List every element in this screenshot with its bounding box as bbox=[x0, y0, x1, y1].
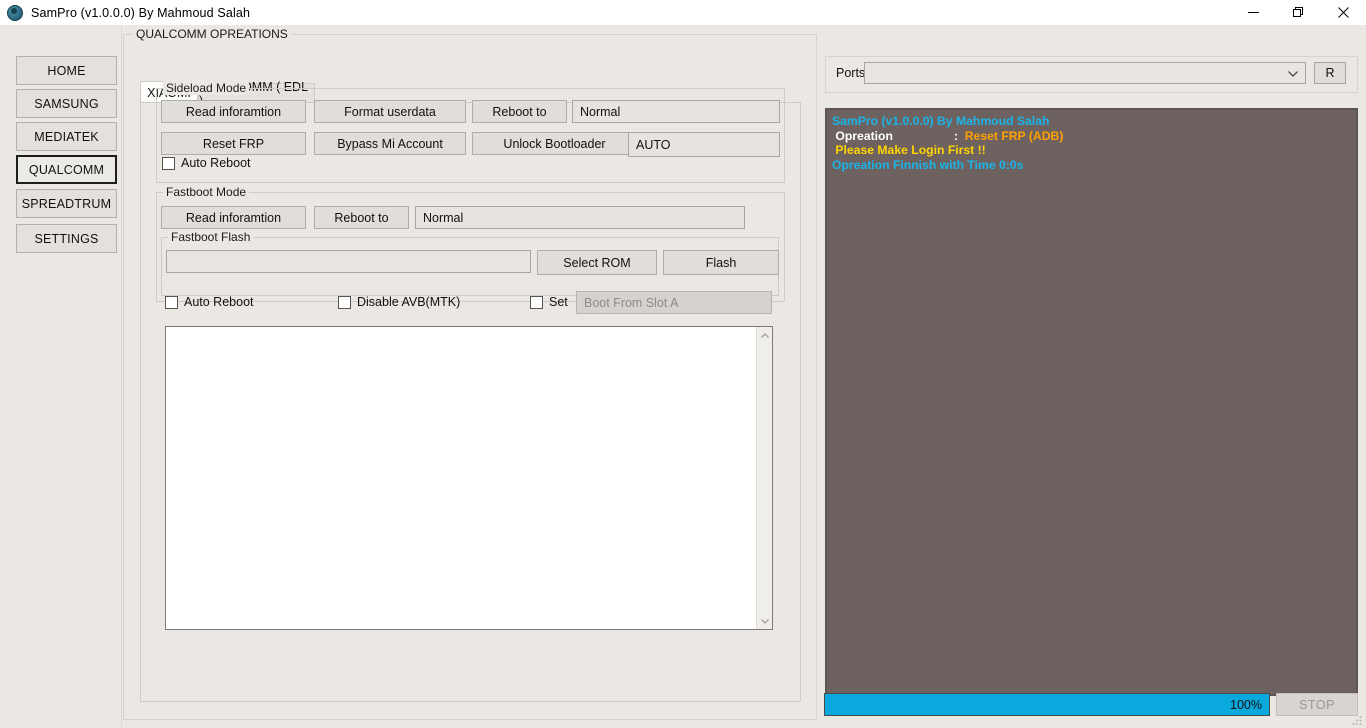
checkbox-box bbox=[338, 295, 351, 309]
window-controls bbox=[1231, 0, 1366, 25]
window-title: SamPro (v1.0.0.0) By Mahmoud Salah bbox=[31, 5, 251, 20]
fastboot-flash-title: Fastboot Flash bbox=[168, 230, 254, 244]
sideload-read-information-button[interactable]: Read inforamtion bbox=[161, 100, 306, 123]
checkbox-box bbox=[530, 295, 543, 309]
log-segment: Opreation Finnish with Time 0:0s bbox=[832, 157, 1024, 172]
sideload-format-userdata-button[interactable]: Format userdata bbox=[314, 100, 466, 123]
flash-button[interactable]: Flash bbox=[663, 250, 779, 275]
boot-slot-select[interactable]: Boot From Slot A bbox=[576, 291, 772, 314]
status-bar: 100% STOP bbox=[822, 691, 1360, 719]
fastboot-reboot-mode-select[interactable]: Normal bbox=[415, 206, 745, 229]
set-slot-checkbox[interactable]: Set bbox=[530, 295, 568, 309]
scroll-up-icon[interactable] bbox=[757, 327, 773, 343]
log-line: Please Make Login First !! bbox=[832, 143, 1351, 158]
sideload-reboot-mode-select[interactable]: Normal bbox=[572, 100, 780, 123]
sidebar-item-samsung[interactable]: SAMSUNG bbox=[16, 89, 117, 118]
sideload-unlock-bootloader-button[interactable]: Unlock Bootloader bbox=[472, 132, 637, 155]
fastboot-mode-title: Fastboot Mode bbox=[163, 185, 250, 199]
stop-button[interactable]: STOP bbox=[1276, 693, 1358, 716]
set-slot-label: Set bbox=[549, 295, 568, 309]
panel-group-title: QUALCOMM OPREATIONS bbox=[133, 27, 291, 41]
close-icon[interactable] bbox=[1321, 0, 1366, 25]
log-output: SamPro (v1.0.0.0) By Mahmoud Salah Oprea… bbox=[825, 108, 1358, 696]
sideload-reboot-to-button[interactable]: Reboot to bbox=[472, 100, 567, 123]
log-segment: SamPro (v1.0.0.0) By Mahmoud Salah bbox=[832, 114, 1050, 128]
progress-bar: 100% bbox=[824, 693, 1270, 716]
resize-grip-icon[interactable] bbox=[1351, 714, 1363, 726]
disable-avb-checkbox[interactable]: Disable AVB(MTK) bbox=[338, 295, 460, 309]
app-icon bbox=[7, 4, 23, 21]
right-panel: Ports R SamPro (v1.0.0.0) By Mahmoud Sal… bbox=[822, 34, 1360, 720]
checkbox-box bbox=[165, 295, 178, 309]
checkbox-box bbox=[162, 156, 175, 170]
disable-avb-label: Disable AVB(MTK) bbox=[357, 295, 461, 309]
log-segment: Please Make Login First !! bbox=[832, 143, 986, 158]
log-segment: Reset FRP (ADB) bbox=[964, 128, 1064, 143]
progress-percent-label: 100% bbox=[1230, 697, 1262, 712]
log-segment: Opreation : bbox=[832, 128, 965, 143]
sidebar-item-home[interactable]: HOME bbox=[16, 56, 117, 85]
restore-icon[interactable] bbox=[1276, 0, 1321, 25]
sidebar-item-qualcomm[interactable]: QUALCOMM bbox=[16, 155, 117, 184]
log-line: Opreation : Reset FRP (ADB) bbox=[832, 129, 1351, 144]
fastboot-reboot-to-button[interactable]: Reboot to bbox=[314, 206, 409, 229]
output-listbox-scrollbar[interactable] bbox=[756, 327, 772, 629]
refresh-ports-button[interactable]: R bbox=[1314, 62, 1346, 84]
fastboot-read-information-button[interactable]: Read inforamtion bbox=[161, 206, 306, 229]
sideload-method-select[interactable]: AUTO bbox=[628, 132, 780, 157]
sidebar-item-spreadtrum[interactable]: SPREADTRUM bbox=[16, 189, 117, 218]
sideload-auto-reboot-checkbox[interactable]: Auto Reboot bbox=[162, 156, 251, 170]
ports-select[interactable] bbox=[864, 62, 1306, 84]
sidebar-item-settings[interactable]: SETTINGS bbox=[16, 224, 117, 253]
window-body: HOME SAMSUNG MEDIATEK QUALCOMM SPREADTRU… bbox=[0, 25, 1366, 728]
fastboot-auto-reboot-label: Auto Reboot bbox=[184, 295, 254, 309]
chevron-down-icon bbox=[1288, 71, 1298, 77]
minimize-icon[interactable] bbox=[1231, 0, 1276, 25]
sideload-auto-reboot-label: Auto Reboot bbox=[181, 156, 251, 170]
sideload-bypass-mi-account-button[interactable]: Bypass Mi Account bbox=[314, 132, 466, 155]
sideload-reset-frp-button[interactable]: Reset FRP bbox=[161, 132, 306, 155]
progress-bar-fill bbox=[825, 694, 1269, 715]
sideload-mode-title: Sideload Mode bbox=[163, 81, 250, 95]
sidebar-item-mediatek[interactable]: MEDIATEK bbox=[16, 122, 117, 151]
select-rom-button[interactable]: Select ROM bbox=[537, 250, 657, 275]
fastboot-rom-select[interactable] bbox=[166, 250, 531, 273]
output-listbox[interactable] bbox=[165, 326, 773, 630]
scroll-down-icon[interactable] bbox=[757, 613, 773, 629]
ports-label: Ports bbox=[836, 66, 866, 80]
log-line: SamPro (v1.0.0.0) By Mahmoud Salah bbox=[832, 114, 1351, 129]
log-line: Opreation Finnish with Time 0:0s bbox=[832, 158, 1351, 173]
window-titlebar: SamPro (v1.0.0.0) By Mahmoud Salah bbox=[0, 0, 1366, 25]
fastboot-auto-reboot-checkbox[interactable]: Auto Reboot bbox=[165, 295, 254, 309]
qualcomm-operations-panel: QUALCOMM OPREATIONS XIAOMI QUALCOMM ( ED… bbox=[123, 27, 817, 720]
sidebar: HOME SAMSUNG MEDIATEK QUALCOMM SPREADTRU… bbox=[0, 25, 122, 728]
